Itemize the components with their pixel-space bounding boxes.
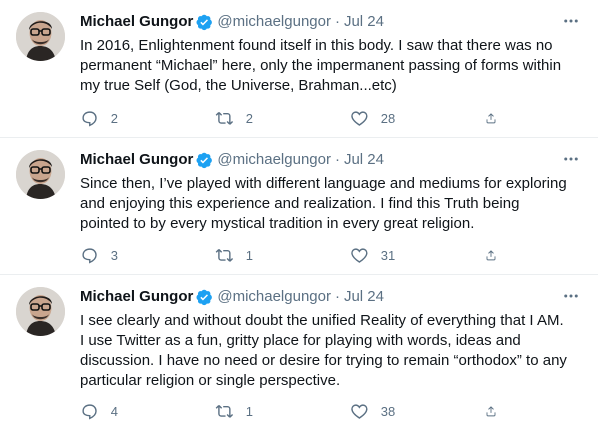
separator: · [334, 13, 340, 30]
like-button[interactable]: 38 [350, 402, 485, 421]
retweet-icon [215, 111, 234, 125]
reply-icon [82, 404, 97, 420]
reply-count: 4 [110, 403, 118, 419]
avatar[interactable] [16, 287, 65, 336]
retweet-count: 1 [245, 403, 253, 419]
tweet-thread: Michael Gungor @michaelgungor · Jul 24 I… [0, 0, 598, 429]
more-options-icon[interactable] [560, 10, 582, 32]
reply-count: 3 [110, 247, 118, 263]
share-button[interactable] [485, 109, 509, 128]
verified-badge-icon [195, 288, 213, 306]
like-button[interactable]: 31 [350, 246, 485, 265]
retweet-button[interactable]: 1 [215, 246, 350, 265]
share-icon [486, 249, 496, 260]
author-name[interactable]: Michael Gungor [80, 150, 193, 170]
tweet-actions: 2 2 28 [80, 106, 520, 130]
more-options-icon[interactable] [560, 148, 582, 170]
tweet-date[interactable]: Jul 24 [344, 287, 384, 307]
retweet-icon [215, 248, 234, 262]
avatar[interactable] [16, 150, 65, 199]
share-icon [486, 405, 496, 416]
like-icon [351, 404, 368, 419]
reply-count: 2 [110, 110, 118, 126]
more-options-icon[interactable] [560, 285, 582, 307]
separator: · [334, 151, 340, 168]
share-icon [486, 112, 496, 123]
verified-badge-icon [195, 151, 213, 169]
author-handle[interactable]: @michaelgungor [217, 150, 331, 170]
avatar[interactable] [16, 12, 65, 61]
author-name[interactable]: Michael Gungor [80, 12, 193, 32]
reply-button[interactable]: 3 [80, 246, 215, 265]
share-button[interactable] [485, 402, 509, 421]
author-handle[interactable]: @michaelgungor [217, 287, 331, 307]
tweet[interactable]: Michael Gungor @michaelgungor · Jul 24 S… [0, 138, 598, 275]
separator: · [334, 288, 340, 305]
like-count: 31 [380, 247, 396, 263]
retweet-count: 1 [245, 247, 253, 263]
share-button[interactable] [485, 246, 509, 265]
author-name[interactable]: Michael Gungor [80, 287, 193, 307]
tweet-actions: 3 1 31 [80, 243, 520, 267]
tweet-header: Michael Gungor @michaelgungor · Jul 24 [80, 150, 582, 170]
tweet-header: Michael Gungor @michaelgungor · Jul 24 [80, 287, 582, 307]
tweet-text: I see clearly and without doubt the unif… [80, 312, 567, 389]
tweet-header: Michael Gungor @michaelgungor · Jul 24 [80, 12, 582, 32]
reply-button[interactable]: 4 [80, 402, 215, 421]
tweet[interactable]: Michael Gungor @michaelgungor · Jul 24 I… [0, 275, 598, 429]
like-count: 28 [380, 110, 396, 126]
tweet-content: Michael Gungor @michaelgungor · Jul 24 S… [80, 150, 582, 234]
retweet-icon [215, 404, 234, 418]
retweet-button[interactable]: 2 [215, 109, 350, 128]
tweet-actions: 4 1 38 [80, 399, 520, 423]
like-icon [351, 248, 368, 263]
tweet-date[interactable]: Jul 24 [344, 150, 384, 170]
tweet-content: Michael Gungor @michaelgungor · Jul 24 I… [80, 12, 582, 96]
reply-icon [82, 111, 97, 127]
tweet-content: Michael Gungor @michaelgungor · Jul 24 I… [80, 287, 582, 391]
like-icon [351, 111, 368, 126]
retweet-button[interactable]: 1 [215, 402, 350, 421]
reply-icon [82, 248, 97, 264]
tweet-date[interactable]: Jul 24 [344, 12, 384, 32]
tweet[interactable]: Michael Gungor @michaelgungor · Jul 24 I… [0, 0, 598, 138]
verified-badge-icon [195, 13, 213, 31]
tweet-text: In 2016, Enlightenment found itself in t… [80, 37, 562, 94]
tweet-text: Since then, I’ve played with different l… [80, 175, 567, 232]
author-handle[interactable]: @michaelgungor [217, 12, 331, 32]
retweet-count: 2 [245, 110, 253, 126]
like-button[interactable]: 28 [350, 109, 485, 128]
reply-button[interactable]: 2 [80, 109, 215, 128]
like-count: 38 [380, 403, 396, 419]
